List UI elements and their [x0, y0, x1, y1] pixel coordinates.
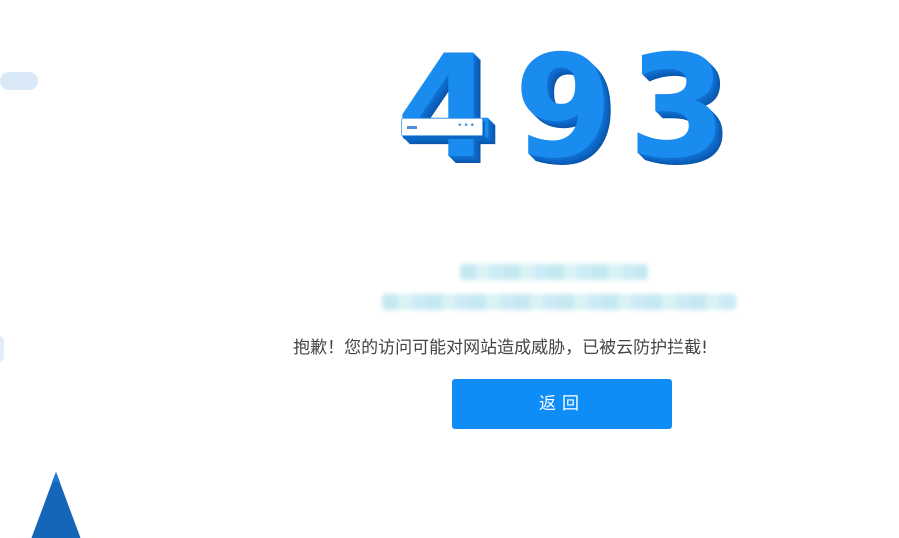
window-dash [407, 126, 417, 129]
error-code-digit: 3 [628, 25, 727, 190]
error-code-digit: 9 [514, 25, 613, 190]
redacted-info-line [460, 264, 648, 280]
window-dots: ••• [457, 121, 476, 131]
browser-window-icon: ••• [401, 118, 483, 136]
error-page: 4 9 3 ••• 抱歉！您的访问可能对网站造成威胁，已被云防护拦截! 返回 [0, 0, 899, 538]
redacted-info-line [382, 294, 736, 310]
error-code-digit: 4 [396, 25, 495, 190]
mountain-decoration [31, 472, 81, 538]
block-message: 抱歉！您的访问可能对网站造成威胁，已被云防护拦截! [293, 338, 708, 358]
error-code: 4 9 3 ••• [396, 25, 727, 190]
cloud-decoration [0, 72, 38, 90]
back-button[interactable]: 返回 [452, 379, 672, 429]
